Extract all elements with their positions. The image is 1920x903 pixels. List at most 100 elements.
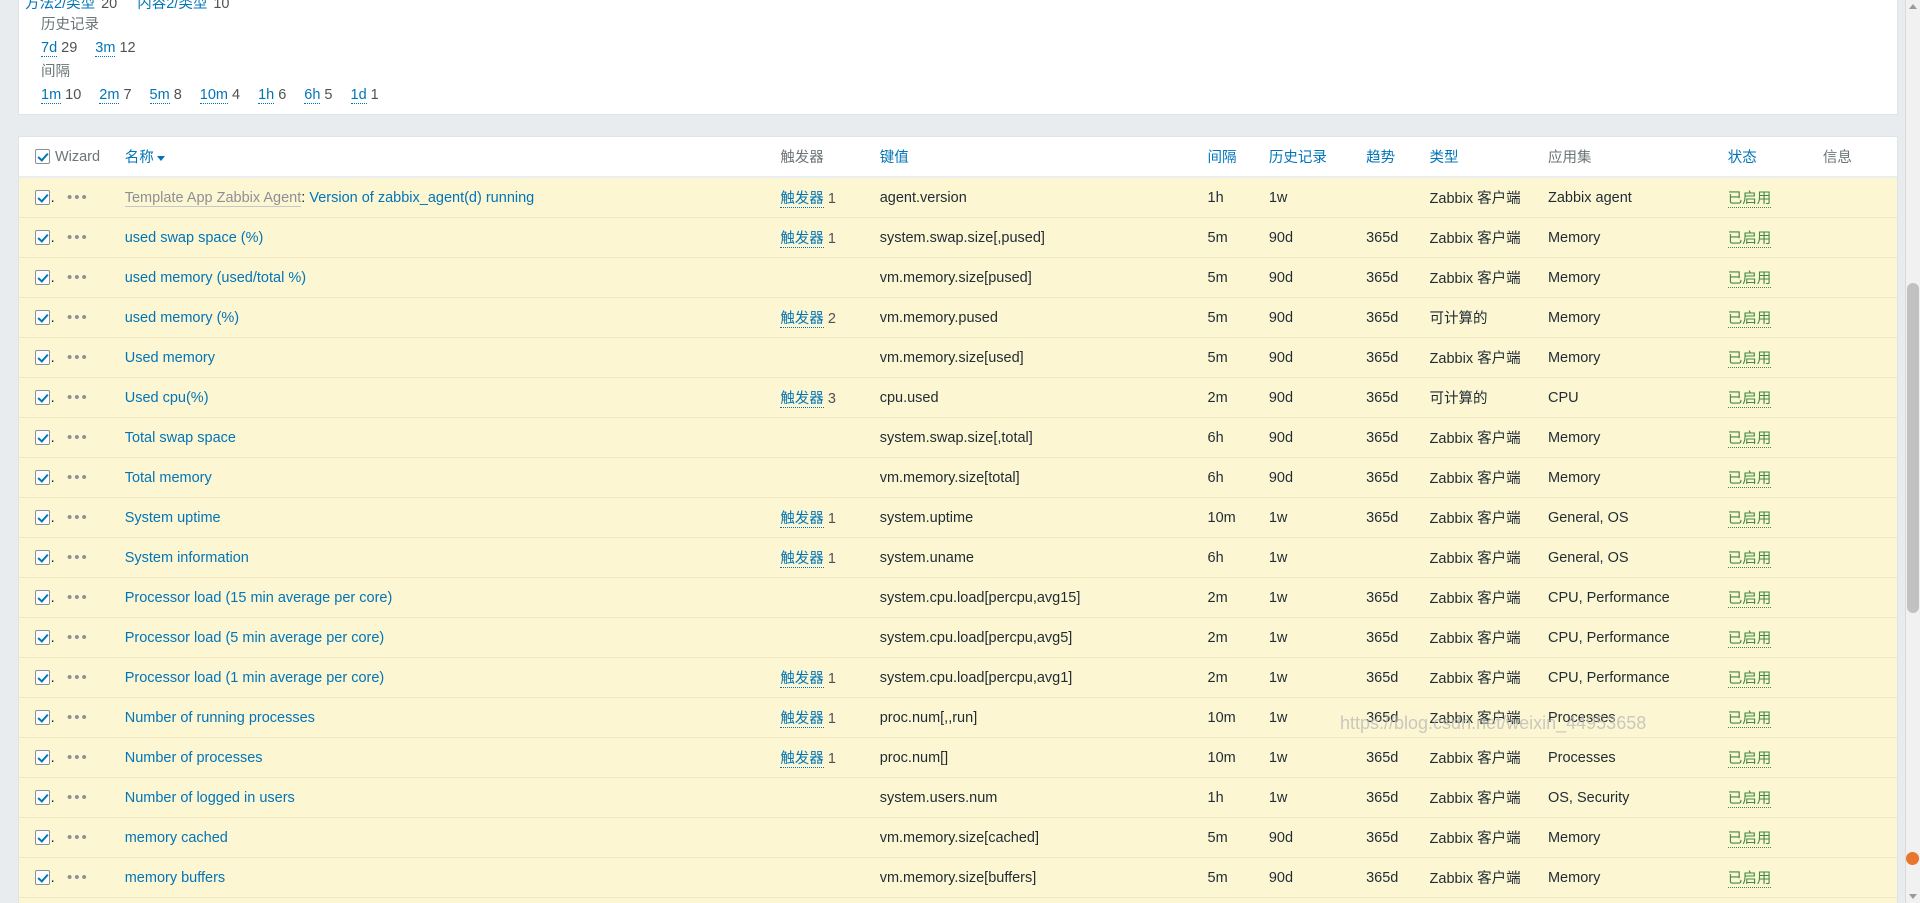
row-select-checkbox[interactable] xyxy=(35,190,50,206)
status-badge[interactable]: 已启用 xyxy=(1727,631,1772,648)
header-key[interactable]: 键值 xyxy=(879,137,1208,178)
header-status[interactable]: 状态 xyxy=(1727,137,1823,178)
wizard-menu-icon[interactable]: ••• xyxy=(55,270,89,285)
row-select-checkbox[interactable] xyxy=(35,270,50,286)
row-select-checkbox[interactable] xyxy=(35,710,50,726)
scroll-down-arrow-icon[interactable] xyxy=(1909,894,1917,899)
wizard-menu-icon[interactable]: ••• xyxy=(55,750,89,765)
triggers-link[interactable]: 触发器 xyxy=(780,391,824,408)
item-name-link[interactable]: System information xyxy=(125,550,249,566)
status-badge[interactable]: 已启用 xyxy=(1727,671,1772,688)
status-badge[interactable]: 已启用 xyxy=(1727,311,1772,328)
status-badge[interactable]: 已启用 xyxy=(1727,471,1772,488)
triggers-link[interactable]: 触发器 xyxy=(780,311,824,328)
wizard-menu-icon[interactable]: ••• xyxy=(55,430,89,445)
item-name-link[interactable]: used memory (%) xyxy=(125,310,239,326)
filter-option-interval-1m[interactable]: 1m xyxy=(41,87,62,104)
status-badge[interactable]: 已启用 xyxy=(1727,431,1772,448)
item-name-link[interactable]: System uptime xyxy=(125,510,221,526)
status-badge[interactable]: 已启用 xyxy=(1727,191,1772,208)
filter-cutoff-option-1[interactable]: 内容2/类型 xyxy=(137,0,207,10)
filter-option-history-3m[interactable]: 3m xyxy=(95,40,116,57)
status-badge[interactable]: 已启用 xyxy=(1727,791,1772,808)
filter-option-interval-2m[interactable]: 2m xyxy=(99,87,120,104)
row-select-checkbox[interactable] xyxy=(35,590,50,606)
filter-cutoff-option-0[interactable]: 方法2/类型 xyxy=(25,0,95,10)
status-badge[interactable]: 已启用 xyxy=(1727,831,1772,848)
triggers-link[interactable]: 触发器 xyxy=(780,511,824,528)
wizard-menu-icon[interactable]: ••• xyxy=(55,630,89,645)
triggers-link[interactable]: 触发器 xyxy=(780,751,824,768)
wizard-menu-icon[interactable]: ••• xyxy=(55,670,89,685)
row-select-checkbox[interactable] xyxy=(35,230,50,246)
filter-option-history-7d[interactable]: 7d xyxy=(41,40,58,57)
row-select-checkbox[interactable] xyxy=(35,630,50,646)
row-select-checkbox[interactable] xyxy=(35,830,50,846)
filter-option-interval-6h[interactable]: 6h xyxy=(304,87,321,104)
status-badge[interactable]: 已启用 xyxy=(1727,751,1772,768)
item-name-link[interactable]: Version of zabbix_agent(d) running xyxy=(309,190,534,206)
select-all-checkbox[interactable] xyxy=(35,149,50,165)
item-name-link[interactable]: Processor load (5 min average per core) xyxy=(125,630,385,646)
triggers-link[interactable]: 触发器 xyxy=(780,231,824,248)
status-badge[interactable]: 已启用 xyxy=(1727,231,1772,248)
item-name-link[interactable]: used memory (used/total %) xyxy=(125,270,306,286)
row-select-checkbox[interactable] xyxy=(35,430,50,446)
wizard-menu-icon[interactable]: ••• xyxy=(55,390,89,405)
status-badge[interactable]: 已启用 xyxy=(1727,271,1772,288)
item-name-link[interactable]: memory buffers xyxy=(125,870,225,886)
row-select-checkbox[interactable] xyxy=(35,870,50,886)
row-select-checkbox[interactable] xyxy=(35,670,50,686)
header-trends[interactable]: 趋势 xyxy=(1366,137,1430,178)
filter-option-interval-5m[interactable]: 5m xyxy=(149,87,170,104)
filter-option-interval-1d[interactable]: 1d xyxy=(350,87,367,104)
triggers-link[interactable]: 触发器 xyxy=(780,191,824,208)
header-interval[interactable]: 间隔 xyxy=(1207,137,1269,178)
wizard-menu-icon[interactable]: ••• xyxy=(55,470,89,485)
item-name-link[interactable]: Number of processes xyxy=(125,750,263,766)
item-name-link[interactable]: memory cached xyxy=(125,830,228,846)
item-name-link[interactable]: Total swap space xyxy=(125,430,236,446)
wizard-menu-icon[interactable]: ••• xyxy=(55,710,89,725)
template-link[interactable]: Template App Zabbix Agent xyxy=(124,189,302,207)
item-name-link[interactable]: Used memory xyxy=(125,350,215,366)
filter-option-interval-10m[interactable]: 10m xyxy=(199,87,228,104)
wizard-menu-icon[interactable]: ••• xyxy=(55,350,89,365)
wizard-menu-icon[interactable]: ••• xyxy=(55,590,89,605)
wizard-menu-icon[interactable]: ••• xyxy=(55,230,89,245)
wizard-menu-icon[interactable]: ••• xyxy=(55,870,89,885)
item-name-link[interactable]: Total memory xyxy=(125,470,212,486)
row-select-checkbox[interactable] xyxy=(35,310,50,326)
page-scrollbar[interactable] xyxy=(1905,0,1920,903)
item-name-link[interactable]: Processor load (15 min average per core) xyxy=(125,590,393,606)
wizard-menu-icon[interactable]: ••• xyxy=(55,790,89,805)
filter-option-interval-1h[interactable]: 1h xyxy=(258,87,275,104)
item-name-link[interactable]: Used cpu(%) xyxy=(125,390,209,406)
wizard-menu-icon[interactable]: ••• xyxy=(55,510,89,525)
header-name[interactable]: 名称 xyxy=(124,137,781,178)
item-name-link[interactable]: Processor load (1 min average per core) xyxy=(125,670,385,686)
row-select-checkbox[interactable] xyxy=(35,470,50,486)
status-badge[interactable]: 已启用 xyxy=(1727,391,1772,408)
status-badge[interactable]: 已启用 xyxy=(1727,871,1772,888)
header-history[interactable]: 历史记录 xyxy=(1268,137,1367,178)
wizard-menu-icon[interactable]: ••• xyxy=(55,830,89,845)
status-badge[interactable]: 已启用 xyxy=(1727,551,1772,568)
row-select-checkbox[interactable] xyxy=(35,790,50,806)
item-name-link[interactable]: used swap space (%) xyxy=(125,230,264,246)
header-type[interactable]: 类型 xyxy=(1429,137,1548,178)
scroll-up-arrow-icon[interactable] xyxy=(1909,4,1917,9)
triggers-link[interactable]: 触发器 xyxy=(780,711,824,728)
row-select-checkbox[interactable] xyxy=(35,510,50,526)
triggers-link[interactable]: 触发器 xyxy=(780,671,824,688)
status-badge[interactable]: 已启用 xyxy=(1727,351,1772,368)
status-badge[interactable]: 已启用 xyxy=(1727,511,1772,528)
status-badge[interactable]: 已启用 xyxy=(1727,711,1772,728)
triggers-link[interactable]: 触发器 xyxy=(780,551,824,568)
row-select-checkbox[interactable] xyxy=(35,350,50,366)
row-select-checkbox[interactable] xyxy=(35,750,50,766)
wizard-menu-icon[interactable]: ••• xyxy=(55,190,89,205)
wizard-menu-icon[interactable]: ••• xyxy=(55,310,89,325)
status-badge[interactable]: 已启用 xyxy=(1727,591,1772,608)
scrollbar-thumb[interactable] xyxy=(1907,283,1919,613)
